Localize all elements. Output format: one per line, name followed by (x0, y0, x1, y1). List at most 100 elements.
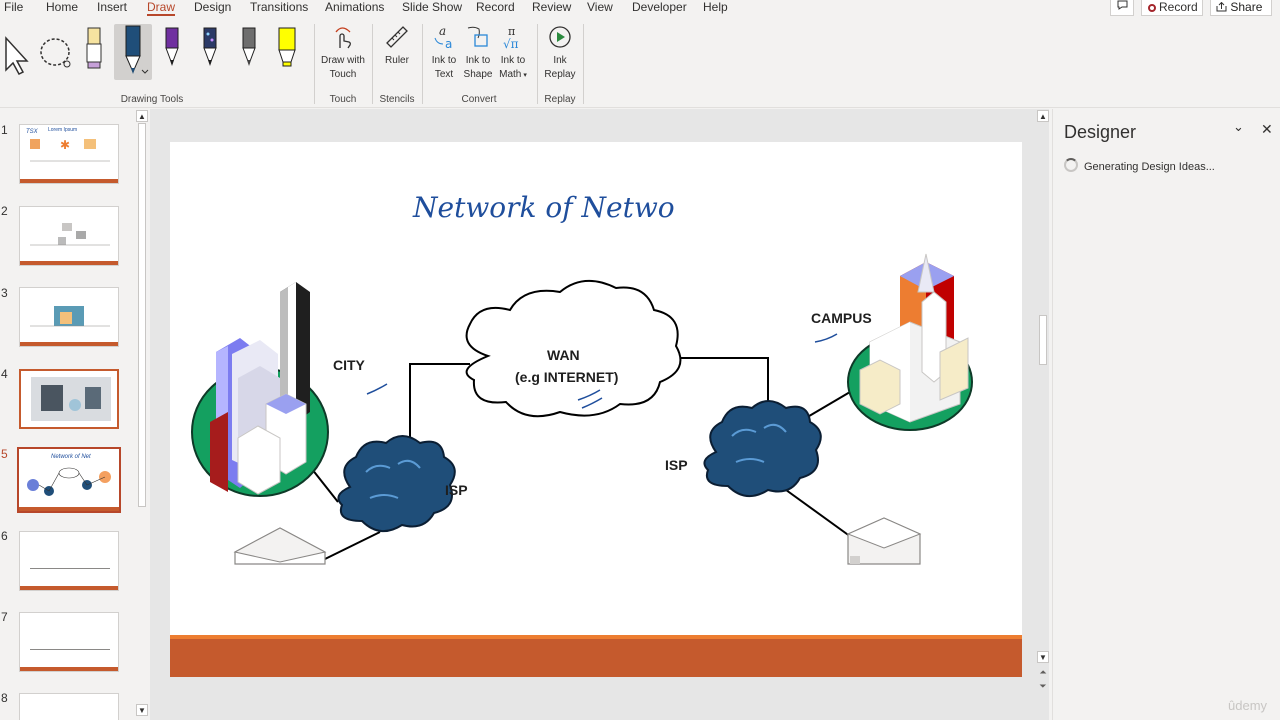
select-tool[interactable] (0, 24, 34, 80)
designer-title: Designer (1064, 122, 1137, 142)
scroll-up-arrow[interactable]: ▲ (1037, 110, 1049, 122)
pen-icon (125, 25, 149, 74)
isp-cloud-left (337, 435, 456, 532)
ink-stroke (366, 383, 388, 395)
ink-to-text-button[interactable]: aa Ink to Text (428, 24, 460, 82)
previous-slide-icon[interactable]: ⏶ (1037, 667, 1049, 678)
menu-draw[interactable]: Draw (147, 0, 176, 16)
ink-to-shape-icon (467, 26, 488, 47)
thumb-number: 5 (1, 447, 8, 461)
group-separator (314, 24, 315, 104)
next-slide-icon[interactable]: ⏷ (1037, 681, 1049, 692)
thumbnail-scrollbar[interactable]: ▲ ▼ (136, 109, 148, 720)
menu-help[interactable]: Help (703, 0, 728, 16)
svg-text:√π: √π (503, 37, 519, 50)
group-separator (537, 24, 538, 104)
record-button[interactable]: Record (1141, 0, 1203, 16)
share-icon (1216, 1, 1227, 12)
thumb-content (30, 306, 110, 327)
pen-purple[interactable] (155, 24, 189, 80)
draw-with-touch-button[interactable]: Draw with Touch (318, 24, 368, 82)
thumb-number: 8 (1, 691, 8, 705)
slide-thumbnail-2[interactable] (19, 206, 119, 266)
menu-review[interactable]: Review (532, 0, 571, 16)
thumb-number: 1 (1, 123, 8, 137)
slide-editor: CITY WAN (e.g INTERNET) ISP ISP CAMPUS N… (150, 109, 1049, 720)
menu-view[interactable]: View (587, 0, 613, 16)
udemy-watermark: ûdemy (1228, 698, 1268, 713)
scroll-up-arrow[interactable]: ▲ (136, 110, 148, 122)
current-slide[interactable]: CITY WAN (e.g INTERNET) ISP ISP CAMPUS N… (170, 142, 1022, 677)
menu-transitions[interactable]: Transitions (250, 0, 308, 16)
ink-to-text-icon: aa (434, 24, 452, 50)
city-illustration (191, 282, 329, 497)
thumb-placeholder-line (30, 568, 110, 569)
touch-hand-icon (335, 27, 351, 49)
menu-home[interactable]: Home (46, 0, 78, 16)
thumb-number: 7 (1, 610, 8, 624)
svg-text:a: a (439, 24, 446, 38)
ink-to-shape-button[interactable]: Ink to Shape (462, 24, 494, 82)
slide-thumbnail-1[interactable]: TSX Lorem Ipsum ✱ (19, 124, 119, 184)
scroll-thumb[interactable] (138, 123, 146, 507)
scroll-thumb[interactable] (1039, 315, 1047, 365)
lasso-select-tool[interactable] (37, 24, 71, 80)
chevron-down-icon[interactable]: ⌄ (1233, 119, 1244, 135)
scroll-down-arrow[interactable]: ▼ (1037, 651, 1049, 663)
ruler-button[interactable]: Ruler (378, 24, 416, 68)
share-button[interactable]: Share (1210, 0, 1272, 16)
isp-label-left: ISP (445, 482, 468, 498)
isp-label-right: ISP (665, 457, 688, 473)
menu-slide-show[interactable]: Slide Show (402, 0, 462, 16)
pencil-gray[interactable] (232, 24, 266, 80)
thumb-content: TSX Lorem Ipsum ✱ (26, 127, 110, 162)
thumb-content: Network of Net (27, 454, 111, 496)
loading-spinner-icon (1064, 158, 1078, 172)
slide-thumbnail-8[interactable] (19, 693, 119, 720)
campus-label: CAMPUS (811, 310, 872, 326)
comments-button[interactable] (1110, 0, 1134, 16)
ink-replay-button[interactable]: Ink Replay (542, 24, 578, 82)
office-building-left (233, 527, 327, 565)
group-label-stencils: Stencils (379, 94, 415, 105)
group-label-replay: Replay (544, 94, 576, 105)
slide-thumbnail-7[interactable] (19, 612, 119, 672)
editor-scrollbar[interactable]: ▲ ▼ ⏶ ⏷ (1037, 109, 1049, 720)
ink-to-math-button[interactable]: π √π Ink to Math ▾ (496, 24, 530, 83)
link-isp-server (774, 481, 859, 543)
pen-icon (203, 27, 217, 66)
menu-file[interactable]: File (4, 0, 23, 16)
slide-thumbnail-3[interactable] (19, 287, 119, 347)
pen-icon (165, 27, 179, 66)
highlighter-yellow[interactable] (270, 24, 304, 80)
pen-galaxy[interactable] (193, 24, 227, 80)
ruler-icon (386, 26, 408, 48)
record-icon (1148, 4, 1156, 12)
group-separator (422, 24, 423, 104)
highlighter-icon (86, 27, 102, 69)
thumb-number: 2 (1, 204, 8, 218)
replay-icon (549, 26, 571, 48)
slide-thumbnail-6[interactable] (19, 531, 119, 591)
menu-developer[interactable]: Developer (632, 0, 687, 16)
isp-cloud-right (703, 400, 822, 497)
menu-record[interactable]: Record (476, 0, 515, 16)
slide-footer-bar (170, 635, 1022, 677)
menu-insert[interactable]: Insert (97, 0, 127, 16)
menu-animations[interactable]: Animations (325, 0, 384, 16)
slide-thumbnail-5[interactable]: Network of Net (17, 447, 121, 513)
pen-blue-selected[interactable] (114, 24, 152, 80)
highlighter-pen-1[interactable] (77, 24, 111, 80)
thumb-footer-bar (19, 507, 119, 511)
svg-text:Network of Net: Network of Net (51, 454, 91, 460)
slide-thumbnail-4[interactable] (19, 369, 119, 429)
thumb-content (30, 223, 110, 246)
scroll-down-arrow[interactable]: ▼ (136, 704, 148, 716)
group-label-drawing-tools: Drawing Tools (120, 94, 184, 105)
thumb-footer-bar (20, 342, 118, 346)
svg-text:Lorem Ipsum: Lorem Ipsum (48, 127, 77, 133)
svg-text:TSX: TSX (26, 129, 39, 135)
close-icon[interactable]: ✕ (1261, 121, 1273, 138)
menu-design[interactable]: Design (194, 0, 231, 16)
group-separator (372, 24, 373, 104)
